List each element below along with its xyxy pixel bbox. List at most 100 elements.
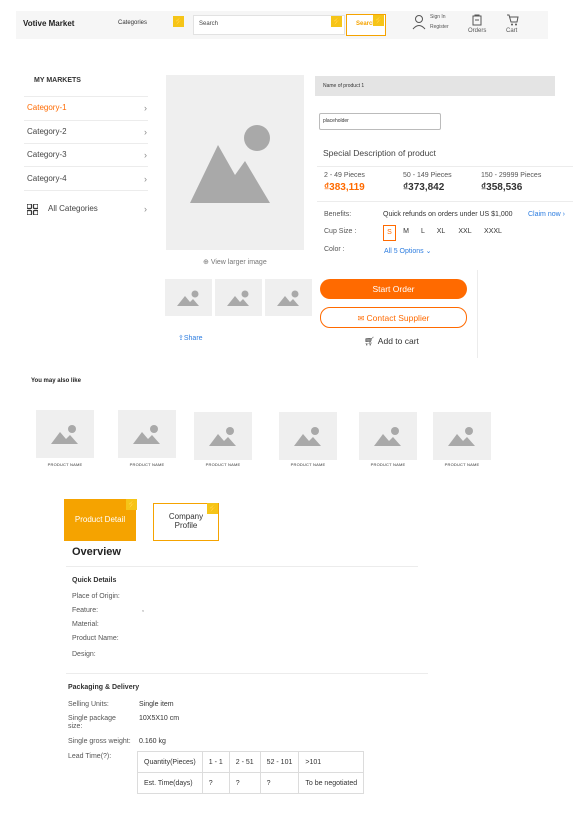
cup-size-label: Cup Size : (324, 228, 357, 235)
user-icon[interactable] (412, 14, 426, 30)
table-row: Quantity(Pieces) 1 - 1 2 - 51 52 - 101 >… (137, 751, 365, 773)
logo[interactable]: Votive Market (23, 19, 74, 28)
search-placeholder: Search (199, 21, 219, 27)
cart-label[interactable]: Cart (506, 28, 517, 34)
view-larger-image-link[interactable]: ⊕ View larger image (203, 258, 267, 266)
feature-value: , (142, 606, 144, 613)
zoom-icon: ⊕ (203, 259, 211, 266)
view-larger-label: View larger image (210, 259, 267, 266)
divider (24, 143, 148, 144)
divider (66, 673, 428, 674)
product-input-field[interactable]: placeholder (319, 113, 441, 130)
packaging-title: Packaging & Delivery (68, 684, 140, 691)
recommended-product-image[interactable] (279, 412, 337, 460)
size-option-xxl[interactable]: XXL (455, 225, 475, 239)
sidebar-item-category-2[interactable]: Category-2 › (27, 127, 147, 137)
recommended-product-name[interactable]: PRODUCT NAME (193, 462, 253, 467)
start-order-label: Start Order (372, 284, 415, 294)
lightning-icon: ⚡ (173, 16, 184, 27)
image-placeholder-icon (226, 290, 249, 306)
price-tier-range: 2 - 49 Pieces (324, 172, 365, 179)
image-placeholder-icon (133, 425, 160, 444)
table-cell: 2 - 51 (228, 751, 261, 773)
sign-in-link[interactable]: Sign In (430, 14, 446, 20)
cart-icon: 🛒︎ (364, 336, 375, 346)
price-tier-price: ₫383,119 (324, 182, 365, 193)
size-option-xl[interactable]: XL (434, 225, 448, 239)
table-row: Est. Time(days) ? ? ? To be negotiated (137, 772, 365, 794)
chevron-right-icon: › (144, 103, 147, 113)
table-cell: >101 (298, 751, 365, 773)
divider (24, 190, 148, 191)
sidebar-item-label: Category-1 (27, 103, 67, 112)
orders-icon[interactable] (471, 13, 483, 26)
size-option-s[interactable]: S (383, 225, 396, 241)
product-input-value: placeholder (323, 118, 349, 124)
chevron-right-icon: › (144, 204, 147, 214)
claim-now-link[interactable]: Claim now › (528, 211, 565, 218)
register-link[interactable]: Register (430, 24, 449, 30)
table-cell: To be negotiated (298, 772, 365, 794)
recommended-product-name[interactable]: PRODUCT NAME (432, 462, 492, 467)
chevron-right-icon: › (144, 150, 147, 160)
material-label: Material: (72, 621, 99, 628)
categories-dropdown[interactable]: Categories (118, 20, 147, 26)
sidebar-item-category-1[interactable]: Category-1 › (27, 103, 147, 113)
sidebar-item-category-3[interactable]: Category-3 › (27, 150, 147, 160)
divider (477, 270, 478, 358)
divider (317, 166, 573, 167)
price-tier-price: ₫358,536 (481, 182, 523, 193)
size-option-xxxl[interactable]: XXXL (481, 225, 505, 239)
lead-time-table: Quantity(Pieces) 1 - 1 2 - 51 52 - 101 >… (137, 751, 365, 794)
image-placeholder-icon (448, 427, 475, 446)
orders-label[interactable]: Orders (468, 28, 486, 34)
chevron-right-icon: › (144, 127, 147, 137)
recommended-product-name[interactable]: PRODUCT NAME (278, 462, 338, 467)
selling-units-label: Selling Units: (68, 701, 109, 708)
image-placeholder-icon (176, 290, 199, 306)
recommended-product-name[interactable]: PRODUCT NAME (117, 462, 177, 467)
recommended-product-image[interactable] (433, 412, 491, 460)
recommended-product-image[interactable] (359, 412, 417, 460)
recommended-product-name[interactable]: PRODUCT NAME (35, 462, 95, 467)
add-to-cart-button[interactable]: 🛒︎ Add to cart (364, 336, 419, 347)
contact-supplier-button[interactable]: ✉ Contact Supplier (320, 307, 467, 328)
cart-icon[interactable] (506, 13, 519, 26)
recommended-product-image[interactable] (118, 410, 176, 458)
start-order-button[interactable]: Start Order (320, 279, 467, 299)
divider (24, 166, 148, 167)
product-description: Special Description of product (323, 148, 436, 158)
divider (317, 201, 573, 202)
color-options-label: All 5 Options (384, 248, 424, 255)
sidebar-item-category-4[interactable]: Category-4 › (27, 174, 147, 184)
thumbnail-image[interactable] (165, 279, 212, 316)
price-tier-range: 150 - 29999 Pieces (481, 172, 542, 179)
lightning-icon: ⚡ (207, 503, 218, 514)
sidebar-item-label: All Categories (48, 204, 98, 213)
search-input[interactable]: Search (193, 15, 345, 35)
lightning-icon: ⚡ (331, 16, 342, 27)
all-categories-icon (26, 202, 39, 216)
gross-weight-value: 0.160 kg (139, 738, 166, 745)
recommended-product-name[interactable]: PRODUCT NAME (358, 462, 418, 467)
sidebar-item-label: Category-2 (27, 127, 67, 136)
share-link[interactable]: ⇪Share (178, 334, 203, 342)
size-option-l[interactable]: L (418, 225, 428, 239)
table-cell: ? (228, 772, 261, 794)
sidebar-item-label: Category-3 (27, 150, 67, 159)
main-product-image[interactable] (166, 75, 304, 250)
claim-now-label: Claim now (528, 211, 561, 218)
color-options-dropdown[interactable]: All 5 Options ⌄ (384, 247, 432, 255)
table-cell: ? (259, 772, 300, 794)
image-placeholder-icon (276, 290, 299, 306)
recommended-product-image[interactable] (194, 412, 252, 460)
size-option-m[interactable]: M (400, 225, 412, 239)
thumbnail-image[interactable] (265, 279, 312, 316)
help-icon[interactable]: (?) (101, 753, 110, 760)
table-cell: Quantity(Pieces) (137, 751, 203, 773)
thumbnail-image[interactable] (215, 279, 262, 316)
sidebar-item-all-categories[interactable]: All Categories › (48, 204, 147, 214)
add-to-cart-label: Add to cart (377, 336, 419, 346)
recommended-product-image[interactable] (36, 410, 94, 458)
color-label: Color : (324, 246, 345, 253)
